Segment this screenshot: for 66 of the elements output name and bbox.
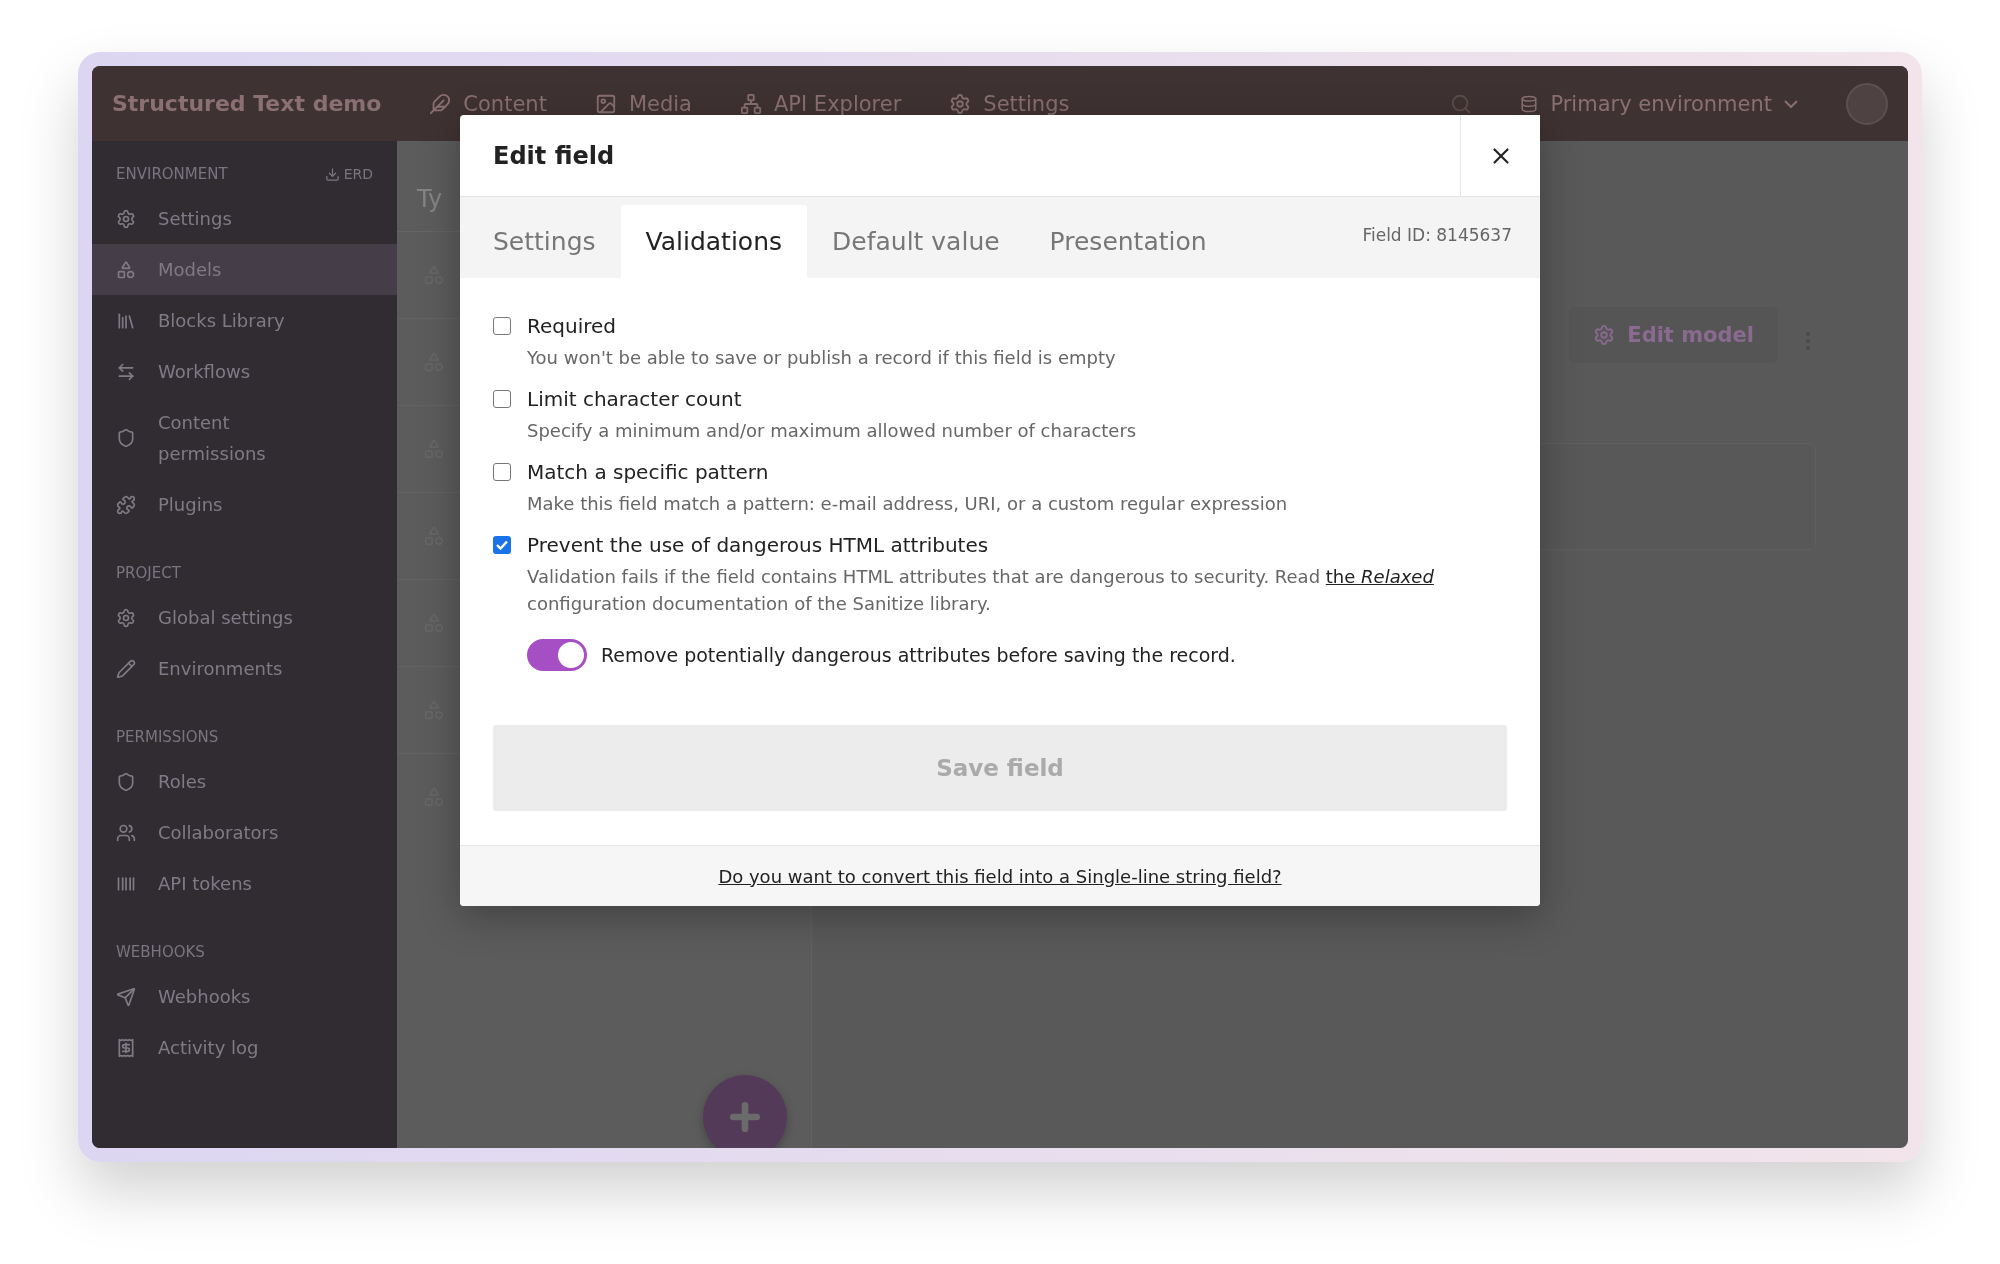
sidebar-item[interactable]: API tokens: [92, 858, 397, 909]
people-icon: [116, 822, 136, 843]
sidebar-item[interactable]: Collaborators: [92, 807, 397, 858]
validation-label: Prevent the use of dangerous HTML attributes: [527, 533, 990, 557]
sidebar-item[interactable]: Roles: [92, 756, 397, 807]
validation-description: You won't be able to save or publish a record if this field is empty: [527, 346, 1117, 370]
shapes-icon: [116, 259, 136, 280]
dialog-title: Edit field: [492, 140, 616, 172]
sidebar-item[interactable]: Plugins: [92, 479, 397, 530]
puzzle-icon: [116, 494, 136, 515]
gear-icon: [116, 208, 136, 229]
tab[interactable]: Settings: [468, 205, 621, 278]
tab[interactable]: Validations: [620, 205, 808, 278]
feather-icon: [429, 92, 452, 115]
sidebar-item[interactable]: Environments: [92, 643, 397, 694]
nav-link[interactable]: Settings: [949, 91, 1070, 116]
sidebar-item[interactable]: Models: [92, 244, 397, 295]
sidebar-item[interactable]: Settings: [92, 193, 397, 244]
sidebar-item[interactable]: Content permissions: [92, 397, 397, 479]
validation-description: Specify a minimum and/or maximum allowed number of characters: [527, 419, 1138, 443]
field-id: Field ID: 8145637: [1362, 224, 1513, 245]
database-icon: [1520, 94, 1539, 113]
validation-label: Required: [527, 314, 617, 338]
pencil-icon: [116, 658, 136, 679]
nav-link[interactable]: Content: [429, 91, 547, 116]
tab[interactable]: Default value: [807, 205, 1025, 278]
sidebar-item[interactable]: Activity log: [92, 1022, 397, 1073]
nav-link[interactable]: API Explorer: [739, 91, 902, 116]
validation-label: Match a specific pattern: [527, 460, 770, 484]
chevron-down-icon: [1784, 99, 1798, 108]
gear-icon: [1593, 324, 1616, 346]
sidebar-item[interactable]: Webhooks: [92, 971, 397, 1022]
checkbox[interactable]: [493, 536, 511, 554]
convert-field-link[interactable]: Do you want to convert this field into a Single-line string field?: [718, 865, 1282, 887]
section-heading: WEBHOOKS: [116, 943, 205, 961]
shield-icon: [116, 771, 136, 792]
download-icon: [324, 166, 340, 182]
sidebar-item[interactable]: Global settings: [92, 592, 397, 643]
toggle-switch[interactable]: [527, 639, 587, 671]
toggle-label: Remove potentially dangerous attributes before saving the record.: [601, 644, 1236, 666]
tab[interactable]: Presentation: [1024, 205, 1232, 278]
checkbox[interactable]: [493, 463, 511, 481]
section-heading: PROJECT: [116, 564, 181, 582]
checkbox[interactable]: [493, 390, 511, 408]
shield-icon: [116, 428, 136, 448]
gear-icon: [116, 607, 136, 628]
validation-description: Validation fails if the field contains HTML attributes that are dangerous to security. Read the Relaxed configuration documentation of the Sanitize library.: [527, 565, 1435, 616]
image-icon: [594, 92, 617, 115]
nav-link[interactable]: Media: [594, 91, 692, 116]
arrows-icon: [116, 361, 136, 382]
validation-description: Make this field match a pattern: e-mail address, URI, or a custom regular expression: [527, 492, 1289, 516]
receipt-icon: [116, 1037, 136, 1058]
section-heading: ENVIRONMENT: [116, 165, 228, 183]
paper-plane-icon: [116, 986, 136, 1007]
erd-download-link[interactable]: ERD: [324, 165, 373, 183]
environment-selector[interactable]: Primary environment: [1520, 91, 1798, 116]
sidebar-item[interactable]: Workflows: [92, 346, 397, 397]
section-heading: PERMISSIONS: [116, 728, 219, 746]
checkbox[interactable]: [493, 317, 511, 335]
gear-icon: [949, 92, 972, 115]
save-field-button[interactable]: Save field: [493, 725, 1507, 811]
sidebar-item[interactable]: Blocks Library: [92, 295, 397, 346]
validation-label: Limit character count: [527, 387, 743, 411]
app-title: Structured Text demo: [112, 91, 382, 116]
network-icon: [739, 92, 762, 115]
relaxed-link[interactable]: the Relaxed: [1325, 566, 1434, 587]
